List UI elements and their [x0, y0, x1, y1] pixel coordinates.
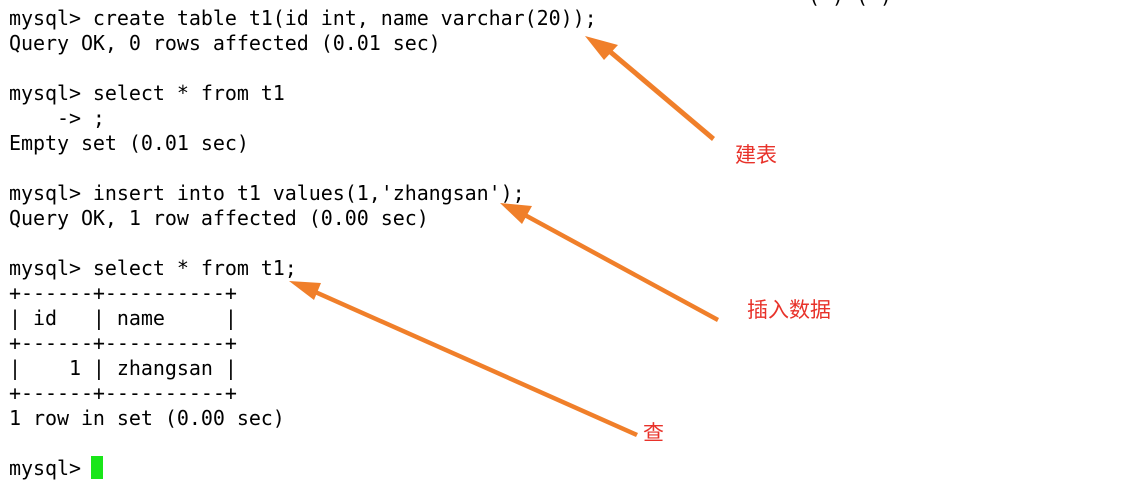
annotation-label-create-table: 建表 — [735, 143, 777, 167]
annotation-label-query: 查 — [643, 421, 664, 445]
table-border-line: +------+----------+ — [9, 381, 237, 405]
annotation-label-insert-data: 插入数据 — [747, 298, 831, 322]
table-border-line: +------+----------+ — [9, 331, 237, 355]
terminal-window[interactable]: ( ) ( ) mysql> create table t1(id int, n… — [0, 0, 1132, 489]
terminal-cursor[interactable] — [91, 456, 103, 479]
terminal-line: 1 row in set (0.00 sec) — [9, 406, 285, 430]
terminal-partial-line: ( ) ( ) — [808, 0, 892, 9]
terminal-line: mysql> select * from t1; — [9, 256, 297, 280]
terminal-prompt[interactable]: mysql> — [9, 456, 93, 481]
terminal-line: -> ; — [9, 106, 105, 130]
terminal-line: mysql> create table t1(id int, name varc… — [9, 6, 597, 30]
terminal-line: Empty set (0.01 sec) — [9, 131, 249, 155]
table-header-row: | id | name | — [9, 306, 237, 330]
table-row: | 1 | zhangsan | — [9, 356, 237, 380]
terminal-line: mysql> insert into t1 values(1,'zhangsan… — [9, 181, 525, 205]
table-border-line: +------+----------+ — [9, 281, 237, 305]
terminal-line: mysql> select * from t1 — [9, 81, 285, 105]
terminal-line: Query OK, 1 row affected (0.00 sec) — [9, 206, 429, 230]
terminal-line: Query OK, 0 rows affected (0.01 sec) — [9, 31, 441, 55]
